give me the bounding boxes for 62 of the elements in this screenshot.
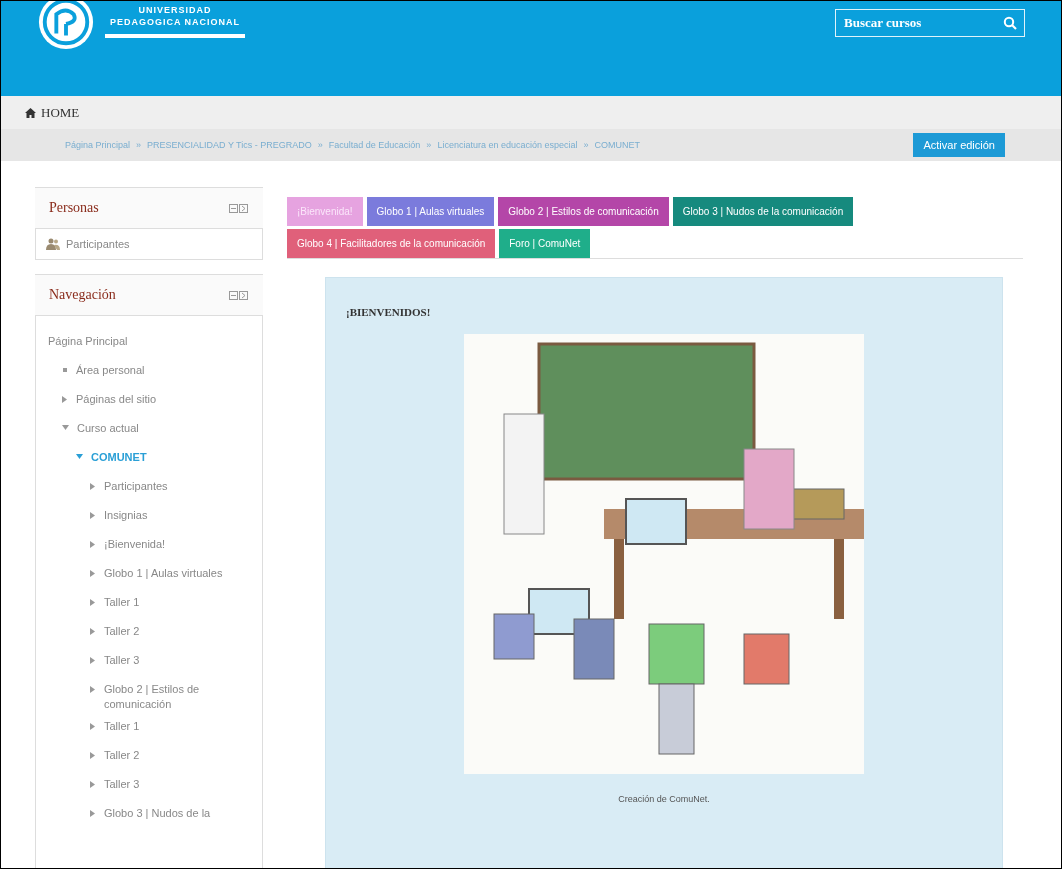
block-controls-icon[interactable] xyxy=(229,290,249,300)
breadcrumb-separator: » xyxy=(583,140,589,150)
nav-tree-item[interactable]: Taller 1 xyxy=(104,718,140,734)
search-icon[interactable] xyxy=(1003,16,1017,30)
course-tab[interactable]: Globo 2 | Estilos de comunicación xyxy=(498,197,669,226)
collapsed-arrow-icon[interactable] xyxy=(90,722,96,730)
nav-tree-item[interactable]: ¡Bienvenida! xyxy=(104,537,166,552)
breadcrumb-separator: » xyxy=(426,140,432,150)
people-icon xyxy=(46,238,60,250)
breadcrumb-separator: » xyxy=(136,140,142,150)
nav-tree-item[interactable]: Globo 2 | Estilos de comunicación xyxy=(104,682,252,712)
collapsed-arrow-icon[interactable] xyxy=(62,396,68,403)
breadcrumb-separator: » xyxy=(317,140,323,150)
collapsed-arrow-icon[interactable] xyxy=(90,686,96,693)
logo-icon[interactable] xyxy=(37,1,95,51)
course-tab[interactable]: Globo 1 | Aulas virtuales xyxy=(366,197,495,226)
collapsed-arrow-icon[interactable] xyxy=(90,541,96,548)
expanded-arrow-icon[interactable] xyxy=(76,454,83,460)
block-controls-icon[interactable] xyxy=(229,203,249,213)
breadcrumb-link[interactable]: Página Principal xyxy=(65,140,131,150)
nav-tree-item[interactable]: Insignias xyxy=(104,508,148,523)
nav-tree-item[interactable]: Área personal xyxy=(76,363,145,378)
breadcrumb-link[interactable]: Facultad de Educación xyxy=(328,140,421,150)
collapsed-arrow-icon[interactable] xyxy=(90,751,96,759)
collapsed-arrow-icon[interactable] xyxy=(90,628,96,635)
nav-tree-item[interactable]: Taller 2 xyxy=(104,747,140,763)
nav-tree-item[interactable]: Taller 3 xyxy=(104,653,140,668)
nav-tree-item[interactable]: Taller 2 xyxy=(104,624,140,639)
expanded-arrow-icon[interactable] xyxy=(62,425,69,431)
nav-tree-item[interactable]: Globo 3 | Nudos de la xyxy=(104,805,211,821)
collapsed-arrow-icon[interactable] xyxy=(90,570,96,577)
collapsed-arrow-icon[interactable] xyxy=(90,780,96,788)
nav-tree-item[interactable]: Globo 1 | Aulas virtuales xyxy=(104,566,223,581)
breadcrumb-link[interactable]: COMUNET xyxy=(594,140,640,150)
breadcrumb-link[interactable]: PRESENCIALIDAD Y Tics - PREGRADO xyxy=(147,140,312,150)
nav-tree-item[interactable]: Curso actual xyxy=(77,421,139,436)
collapsed-arrow-icon[interactable] xyxy=(90,809,96,817)
block-title: Personas xyxy=(49,200,99,216)
collapsed-arrow-icon[interactable] xyxy=(90,599,96,606)
collapsed-arrow-icon[interactable] xyxy=(90,657,96,664)
participants-link[interactable]: Participantes xyxy=(66,238,130,250)
nav-tree-item[interactable]: Página Principal xyxy=(48,334,128,349)
search-field[interactable]: Buscar cursos xyxy=(835,9,1025,37)
course-tab[interactable]: Globo 4 | Facilitadores de la comunicación xyxy=(287,229,496,258)
collapsed-arrow-icon[interactable] xyxy=(90,512,96,519)
block-title: Navegación xyxy=(49,287,116,303)
image-caption: Creación de ComuNet. xyxy=(618,794,710,804)
home-link[interactable]: HOME xyxy=(41,104,80,121)
breadcrumb-link[interactable]: Licenciatura en educación especial xyxy=(437,140,578,150)
collapsed-arrow-icon[interactable] xyxy=(90,483,96,490)
course-tab[interactable]: Globo 3 | Nudos de la comunicación xyxy=(672,197,854,226)
nav-tree-item[interactable]: COMUNET xyxy=(91,450,147,465)
nav-tree-item[interactable]: Páginas del sitio xyxy=(76,392,157,407)
course-tab[interactable]: Foro | ComuNet xyxy=(499,229,591,258)
edit-mode-button[interactable]: Activar edición xyxy=(913,133,1005,157)
nav-tree-item[interactable]: Taller 3 xyxy=(104,776,140,792)
nav-tree-item[interactable]: Participantes xyxy=(104,479,168,494)
nav-tree-item[interactable]: Taller 1 xyxy=(104,595,140,610)
logo-text: UNIVERSIDAD PEDAGOGICA NACIONAL xyxy=(105,5,245,39)
bullet-icon xyxy=(62,367,68,373)
home-icon[interactable] xyxy=(25,107,36,118)
welcome-heading: ¡BIENVENIDOS! xyxy=(346,306,431,318)
